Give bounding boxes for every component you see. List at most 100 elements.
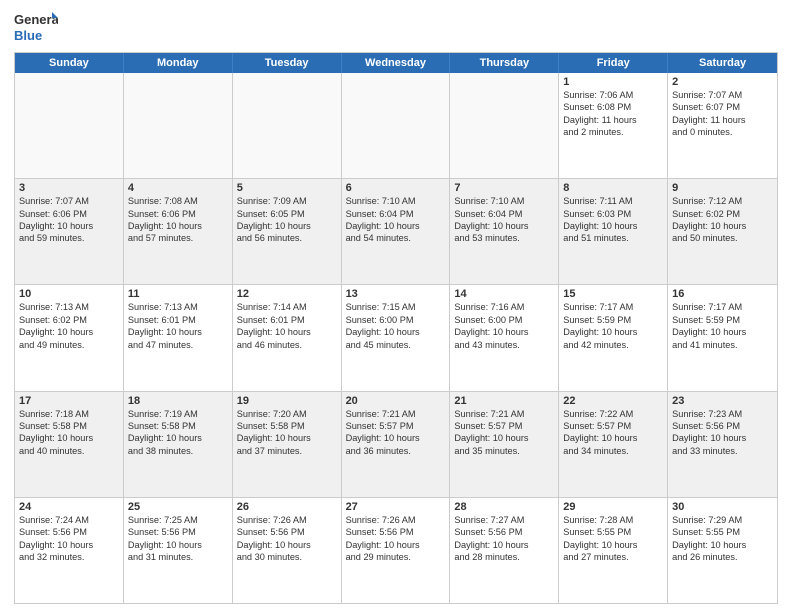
- cal-cell: 29Sunrise: 7:28 AMSunset: 5:55 PMDayligh…: [559, 498, 668, 603]
- cal-cell: 20Sunrise: 7:21 AMSunset: 5:57 PMDayligh…: [342, 392, 451, 497]
- cell-text: Sunrise: 7:10 AMSunset: 6:04 PMDaylight:…: [454, 195, 554, 245]
- day-number: 19: [237, 395, 337, 407]
- cal-cell: 5Sunrise: 7:09 AMSunset: 6:05 PMDaylight…: [233, 179, 342, 284]
- cal-cell: 14Sunrise: 7:16 AMSunset: 6:00 PMDayligh…: [450, 285, 559, 390]
- cal-cell: 11Sunrise: 7:13 AMSunset: 6:01 PMDayligh…: [124, 285, 233, 390]
- day-number: 14: [454, 288, 554, 300]
- cell-text: Sunrise: 7:23 AMSunset: 5:56 PMDaylight:…: [672, 408, 773, 458]
- cell-text: Sunrise: 7:28 AMSunset: 5:55 PMDaylight:…: [563, 514, 663, 564]
- cell-text: Sunrise: 7:06 AMSunset: 6:08 PMDaylight:…: [563, 89, 663, 139]
- cal-cell: 16Sunrise: 7:17 AMSunset: 5:59 PMDayligh…: [668, 285, 777, 390]
- cell-text: Sunrise: 7:15 AMSunset: 6:00 PMDaylight:…: [346, 301, 446, 351]
- svg-text:General: General: [14, 12, 58, 27]
- cal-cell: 27Sunrise: 7:26 AMSunset: 5:56 PMDayligh…: [342, 498, 451, 603]
- logo-svg: General Blue: [14, 10, 58, 46]
- cal-cell: [342, 73, 451, 178]
- cal-header-monday: Monday: [124, 53, 233, 73]
- cal-row-2: 10Sunrise: 7:13 AMSunset: 6:02 PMDayligh…: [15, 285, 777, 391]
- cell-text: Sunrise: 7:07 AMSunset: 6:07 PMDaylight:…: [672, 89, 773, 139]
- cell-text: Sunrise: 7:17 AMSunset: 5:59 PMDaylight:…: [672, 301, 773, 351]
- cal-cell: [233, 73, 342, 178]
- cal-cell: 23Sunrise: 7:23 AMSunset: 5:56 PMDayligh…: [668, 392, 777, 497]
- cal-cell: 4Sunrise: 7:08 AMSunset: 6:06 PMDaylight…: [124, 179, 233, 284]
- day-number: 21: [454, 395, 554, 407]
- cal-header-wednesday: Wednesday: [342, 53, 451, 73]
- day-number: 15: [563, 288, 663, 300]
- day-number: 10: [19, 288, 119, 300]
- cell-text: Sunrise: 7:16 AMSunset: 6:00 PMDaylight:…: [454, 301, 554, 351]
- cal-cell: 24Sunrise: 7:24 AMSunset: 5:56 PMDayligh…: [15, 498, 124, 603]
- cell-text: Sunrise: 7:26 AMSunset: 5:56 PMDaylight:…: [237, 514, 337, 564]
- cal-cell: 6Sunrise: 7:10 AMSunset: 6:04 PMDaylight…: [342, 179, 451, 284]
- cal-cell: 26Sunrise: 7:26 AMSunset: 5:56 PMDayligh…: [233, 498, 342, 603]
- calendar-header-row: SundayMondayTuesdayWednesdayThursdayFrid…: [15, 53, 777, 73]
- calendar: SundayMondayTuesdayWednesdayThursdayFrid…: [14, 52, 778, 604]
- day-number: 4: [128, 182, 228, 194]
- cal-cell: 18Sunrise: 7:19 AMSunset: 5:58 PMDayligh…: [124, 392, 233, 497]
- cal-cell: 30Sunrise: 7:29 AMSunset: 5:55 PMDayligh…: [668, 498, 777, 603]
- day-number: 13: [346, 288, 446, 300]
- cell-text: Sunrise: 7:07 AMSunset: 6:06 PMDaylight:…: [19, 195, 119, 245]
- day-number: 29: [563, 501, 663, 513]
- cal-cell: 13Sunrise: 7:15 AMSunset: 6:00 PMDayligh…: [342, 285, 451, 390]
- cal-cell: 28Sunrise: 7:27 AMSunset: 5:56 PMDayligh…: [450, 498, 559, 603]
- day-number: 17: [19, 395, 119, 407]
- cell-text: Sunrise: 7:26 AMSunset: 5:56 PMDaylight:…: [346, 514, 446, 564]
- svg-text:Blue: Blue: [14, 28, 42, 43]
- cal-cell: [15, 73, 124, 178]
- cal-cell: 19Sunrise: 7:20 AMSunset: 5:58 PMDayligh…: [233, 392, 342, 497]
- cal-cell: 7Sunrise: 7:10 AMSunset: 6:04 PMDaylight…: [450, 179, 559, 284]
- day-number: 28: [454, 501, 554, 513]
- cell-text: Sunrise: 7:17 AMSunset: 5:59 PMDaylight:…: [563, 301, 663, 351]
- cell-text: Sunrise: 7:19 AMSunset: 5:58 PMDaylight:…: [128, 408, 228, 458]
- day-number: 8: [563, 182, 663, 194]
- cell-text: Sunrise: 7:09 AMSunset: 6:05 PMDaylight:…: [237, 195, 337, 245]
- day-number: 26: [237, 501, 337, 513]
- cal-cell: 10Sunrise: 7:13 AMSunset: 6:02 PMDayligh…: [15, 285, 124, 390]
- cal-cell: 9Sunrise: 7:12 AMSunset: 6:02 PMDaylight…: [668, 179, 777, 284]
- cal-row-0: 1Sunrise: 7:06 AMSunset: 6:08 PMDaylight…: [15, 73, 777, 179]
- day-number: 20: [346, 395, 446, 407]
- cell-text: Sunrise: 7:24 AMSunset: 5:56 PMDaylight:…: [19, 514, 119, 564]
- cell-text: Sunrise: 7:10 AMSunset: 6:04 PMDaylight:…: [346, 195, 446, 245]
- day-number: 24: [19, 501, 119, 513]
- cal-cell: 17Sunrise: 7:18 AMSunset: 5:58 PMDayligh…: [15, 392, 124, 497]
- cell-text: Sunrise: 7:27 AMSunset: 5:56 PMDaylight:…: [454, 514, 554, 564]
- cal-header-saturday: Saturday: [668, 53, 777, 73]
- calendar-body: 1Sunrise: 7:06 AMSunset: 6:08 PMDaylight…: [15, 73, 777, 603]
- cal-cell: 8Sunrise: 7:11 AMSunset: 6:03 PMDaylight…: [559, 179, 668, 284]
- cell-text: Sunrise: 7:08 AMSunset: 6:06 PMDaylight:…: [128, 195, 228, 245]
- cal-cell: 21Sunrise: 7:21 AMSunset: 5:57 PMDayligh…: [450, 392, 559, 497]
- day-number: 23: [672, 395, 773, 407]
- cell-text: Sunrise: 7:13 AMSunset: 6:02 PMDaylight:…: [19, 301, 119, 351]
- day-number: 9: [672, 182, 773, 194]
- day-number: 5: [237, 182, 337, 194]
- cal-header-sunday: Sunday: [15, 53, 124, 73]
- cell-text: Sunrise: 7:12 AMSunset: 6:02 PMDaylight:…: [672, 195, 773, 245]
- cal-cell: 25Sunrise: 7:25 AMSunset: 5:56 PMDayligh…: [124, 498, 233, 603]
- cell-text: Sunrise: 7:13 AMSunset: 6:01 PMDaylight:…: [128, 301, 228, 351]
- day-number: 6: [346, 182, 446, 194]
- cell-text: Sunrise: 7:21 AMSunset: 5:57 PMDaylight:…: [346, 408, 446, 458]
- cal-header-thursday: Thursday: [450, 53, 559, 73]
- cal-cell: [124, 73, 233, 178]
- cal-cell: 1Sunrise: 7:06 AMSunset: 6:08 PMDaylight…: [559, 73, 668, 178]
- day-number: 3: [19, 182, 119, 194]
- day-number: 11: [128, 288, 228, 300]
- day-number: 2: [672, 76, 773, 88]
- cell-text: Sunrise: 7:14 AMSunset: 6:01 PMDaylight:…: [237, 301, 337, 351]
- cell-text: Sunrise: 7:18 AMSunset: 5:58 PMDaylight:…: [19, 408, 119, 458]
- day-number: 22: [563, 395, 663, 407]
- cal-cell: 15Sunrise: 7:17 AMSunset: 5:59 PMDayligh…: [559, 285, 668, 390]
- cell-text: Sunrise: 7:25 AMSunset: 5:56 PMDaylight:…: [128, 514, 228, 564]
- day-number: 12: [237, 288, 337, 300]
- day-number: 27: [346, 501, 446, 513]
- cell-text: Sunrise: 7:20 AMSunset: 5:58 PMDaylight:…: [237, 408, 337, 458]
- cell-text: Sunrise: 7:11 AMSunset: 6:03 PMDaylight:…: [563, 195, 663, 245]
- cal-cell: 3Sunrise: 7:07 AMSunset: 6:06 PMDaylight…: [15, 179, 124, 284]
- cell-text: Sunrise: 7:21 AMSunset: 5:57 PMDaylight:…: [454, 408, 554, 458]
- day-number: 18: [128, 395, 228, 407]
- cal-cell: [450, 73, 559, 178]
- cal-header-tuesday: Tuesday: [233, 53, 342, 73]
- cal-row-4: 24Sunrise: 7:24 AMSunset: 5:56 PMDayligh…: [15, 498, 777, 603]
